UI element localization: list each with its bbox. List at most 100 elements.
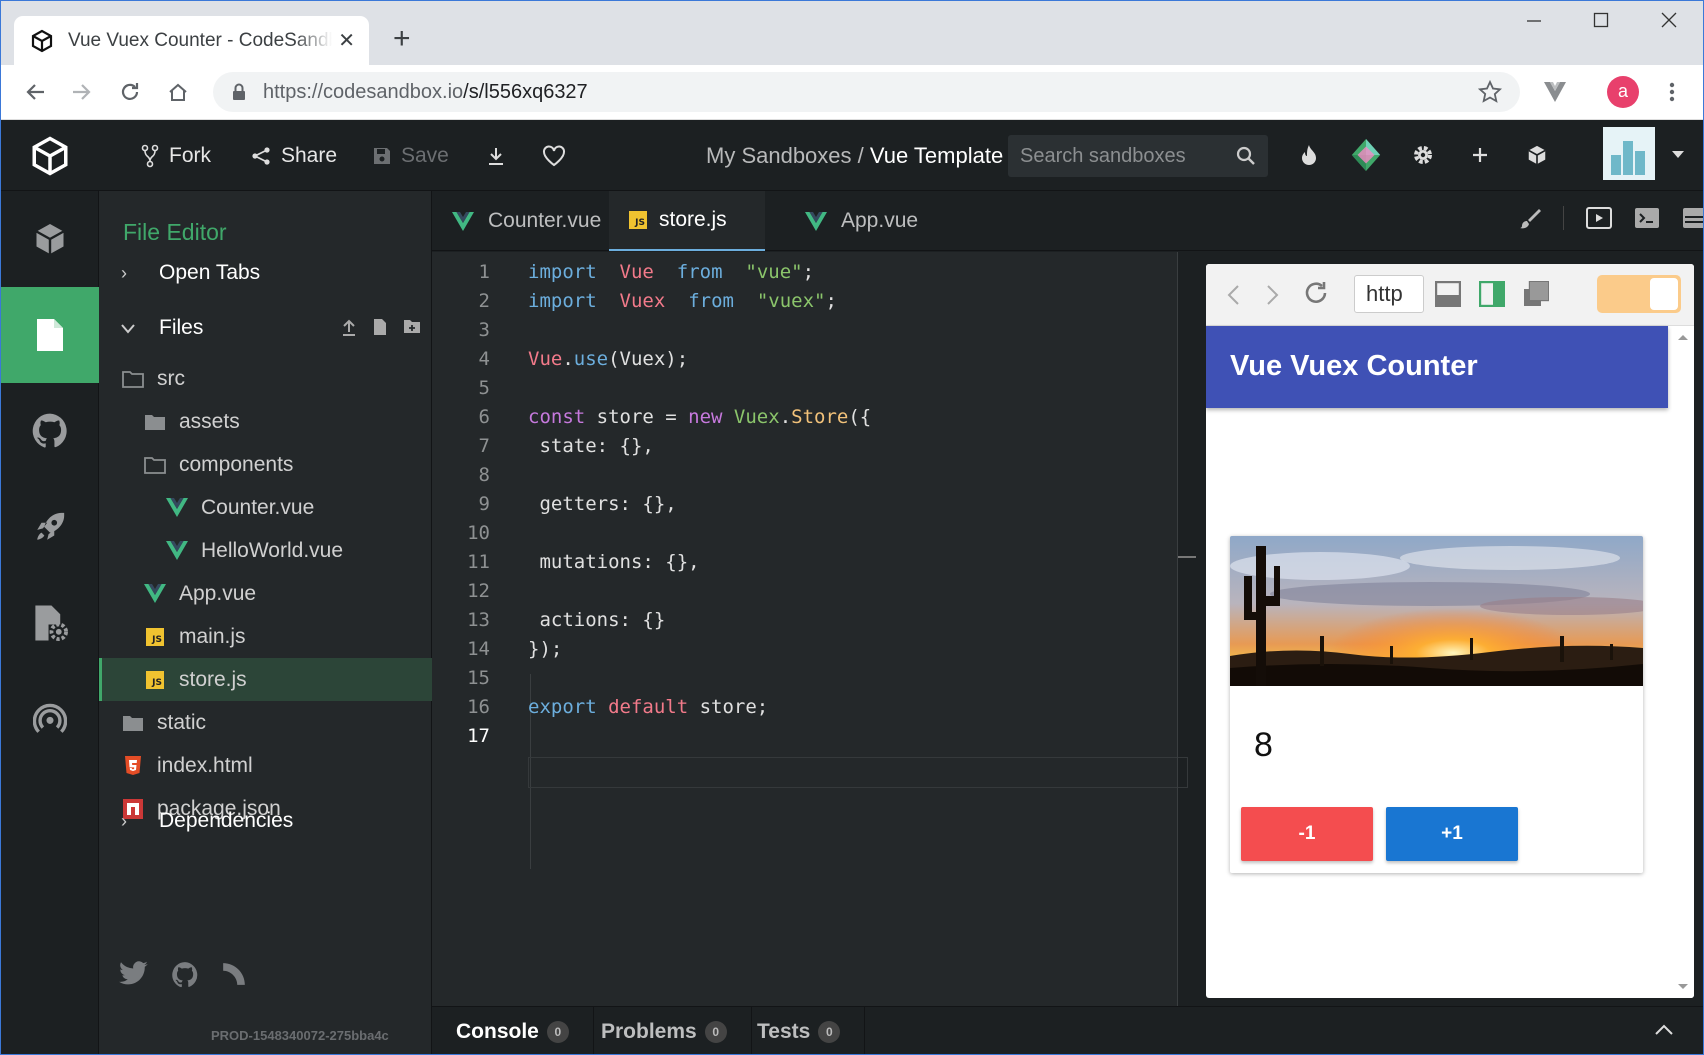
box-icon[interactable]	[1520, 138, 1554, 172]
decrement-button[interactable]: -1	[1241, 807, 1373, 861]
preview-window-icon[interactable]	[1586, 207, 1612, 229]
fork-button[interactable]: Fork	[141, 120, 211, 191]
breadcrumb-sandbox-name[interactable]: Vue Template	[870, 143, 1003, 168]
new-folder-icon[interactable]	[403, 318, 421, 334]
patron-badge-icon[interactable]	[1349, 138, 1383, 172]
prettify-brush-icon[interactable]	[1519, 207, 1541, 229]
github-icon[interactable]	[171, 961, 199, 989]
file-tree-item[interactable]: src	[99, 357, 432, 400]
dependencies-section[interactable]: › Dependencies	[121, 799, 293, 843]
omnibox[interactable]: https://codesandbox.io/s/l556xq6327	[213, 72, 1520, 112]
editor-tab-bar: Counter.vue JS store.js App.vue	[432, 191, 1703, 251]
minimize-icon[interactable]	[1514, 11, 1554, 34]
breadcrumb-my-sandboxes[interactable]: My Sandboxes	[706, 143, 852, 168]
gear-icon[interactable]	[1406, 138, 1440, 172]
download-icon[interactable]	[487, 120, 515, 191]
twitter-icon[interactable]	[119, 961, 149, 987]
close-tab-icon[interactable]: ✕	[338, 28, 355, 53]
browser-tab[interactable]: Vue Vuex Counter - CodeSandbox ✕	[14, 16, 369, 65]
file-tree-item[interactable]: components	[99, 443, 432, 486]
file-tree-label: src	[157, 366, 185, 390]
file-tree-item[interactable]: JS store.js	[99, 658, 432, 701]
maximize-icon[interactable]	[1581, 11, 1621, 34]
spectrum-icon[interactable]	[221, 961, 247, 987]
tab-tests[interactable]: Tests 0	[733, 1007, 866, 1054]
editor-preview-divider[interactable]	[1177, 252, 1178, 1006]
forward-icon[interactable]	[64, 74, 100, 110]
preview-toolbar	[1206, 264, 1694, 326]
share-icon	[252, 146, 270, 165]
increment-button[interactable]: +1	[1386, 807, 1518, 861]
file-tree: src assets components Counter.vue HelloWorld…	[99, 357, 432, 830]
line-number: 8	[478, 464, 490, 486]
activity-sandbox-info[interactable]	[1, 191, 99, 287]
preview-toggle-switch[interactable]	[1597, 275, 1681, 313]
editor-tab[interactable]: JS store.js	[609, 191, 765, 251]
activity-live[interactable]	[1, 671, 99, 767]
file-tree-item[interactable]: JS main.js	[99, 615, 432, 658]
chevron-right-icon: ›	[121, 810, 127, 831]
vue-devtools-extension-icon[interactable]	[1537, 74, 1573, 110]
vue-file-icon	[166, 498, 188, 517]
home-icon[interactable]	[160, 74, 196, 110]
new-file-icon[interactable]	[373, 318, 387, 336]
layout-horizontal-icon[interactable]	[1435, 281, 1461, 307]
tab-strip: Vue Vuex Counter - CodeSandbox ✕ +	[1, 1, 1703, 65]
preview-reload-icon[interactable]	[1303, 280, 1329, 306]
split-layout-icon[interactable]	[1682, 207, 1704, 229]
activity-github[interactable]	[1, 383, 99, 479]
back-icon[interactable]	[17, 74, 53, 110]
layout-overlay-icon[interactable]	[1523, 281, 1549, 307]
app-title: Vue Vuex Counter	[1230, 350, 1478, 382]
preview-scrollbar[interactable]	[1672, 326, 1694, 998]
save-icon	[374, 147, 390, 164]
save-button[interactable]: Save	[373, 120, 449, 191]
file-tree-item[interactable]: App.vue	[99, 572, 432, 615]
file-tree-item[interactable]: HelloWorld.vue	[99, 529, 432, 572]
files-section[interactable]: Files	[121, 306, 421, 350]
close-window-icon[interactable]	[1649, 11, 1689, 34]
search-icon[interactable]	[1236, 146, 1256, 166]
preview-address-input[interactable]	[1354, 275, 1424, 313]
like-heart-icon[interactable]	[542, 120, 576, 191]
activity-deploy[interactable]	[1, 479, 99, 575]
upload-icon[interactable]	[341, 318, 357, 336]
address-toolbar: https://codesandbox.io/s/l556xq6327 a	[1, 65, 1703, 120]
chevron-right-icon: ›	[121, 262, 127, 283]
code-editor[interactable]: 1 import Vue from "vue"; 2 import Vuex from…	[432, 252, 1188, 1006]
new-tab-button[interactable]: +	[393, 21, 411, 57]
terminal-icon[interactable]	[1634, 207, 1660, 229]
file-tree-item[interactable]: static	[99, 701, 432, 744]
layout-vertical-icon[interactable]	[1479, 281, 1505, 307]
reload-icon[interactable]	[112, 74, 148, 110]
menu-kebab-icon[interactable]	[1654, 74, 1690, 110]
line-number: 4	[478, 348, 490, 370]
code-line: state: {},	[528, 435, 654, 457]
chevron-up-icon[interactable]	[1655, 1024, 1673, 1036]
editor-tab[interactable]: App.vue	[785, 191, 945, 251]
codesandbox-logo-icon[interactable]	[29, 120, 81, 191]
file-tree-label: main.js	[179, 624, 246, 648]
search-input[interactable]	[1020, 144, 1236, 168]
editor-tab[interactable]: Counter.vue	[432, 191, 609, 251]
code-line: actions: {}	[528, 609, 666, 631]
preview-back-icon[interactable]	[1226, 284, 1240, 306]
open-tabs-section[interactable]: › Open Tabs	[121, 251, 260, 295]
tab-problems[interactable]: Problems 0	[577, 1007, 752, 1054]
file-tree-item[interactable]: assets	[99, 400, 432, 443]
chevron-down-icon[interactable]	[1661, 138, 1695, 172]
user-avatar[interactable]	[1603, 127, 1655, 180]
sidebar-title: File Editor	[123, 219, 227, 245]
js-file-icon: JS	[146, 627, 164, 646]
flame-icon[interactable]	[1292, 138, 1326, 172]
bookmark-star-icon[interactable]	[1472, 74, 1508, 110]
plus-icon[interactable]	[1463, 138, 1497, 172]
activity-config-files[interactable]	[1, 575, 99, 671]
file-tree-item[interactable]: index.html	[99, 744, 432, 787]
profile-avatar[interactable]: a	[1607, 76, 1639, 108]
activity-file-editor[interactable]	[1, 287, 99, 383]
share-button[interactable]: Share	[251, 120, 337, 191]
tab-console[interactable]: Console 0	[432, 1007, 594, 1054]
file-tree-item[interactable]: Counter.vue	[99, 486, 432, 529]
preview-forward-icon[interactable]	[1266, 284, 1280, 306]
